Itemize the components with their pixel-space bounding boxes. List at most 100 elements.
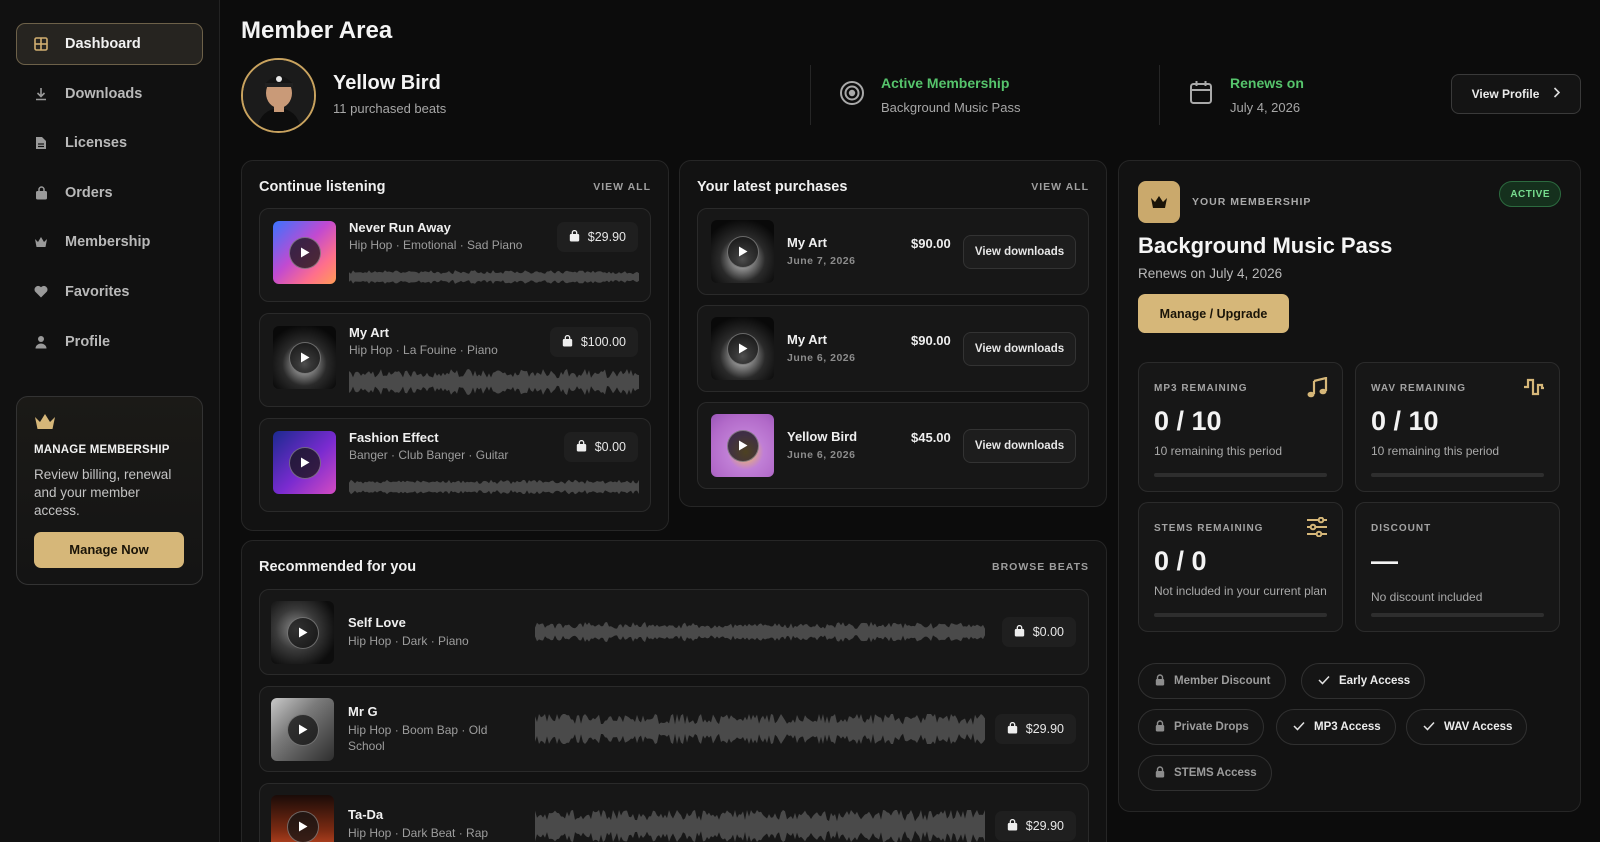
sidebar-item-label: Downloads (65, 85, 143, 102)
list-item[interactable]: Fashion Effect Banger · Club Banger · Gu… (259, 418, 651, 512)
avatar[interactable] (241, 58, 316, 133)
track-cover (711, 317, 774, 380)
sidebar-item-profile[interactable]: Profile (16, 321, 203, 363)
sidebar-item-membership[interactable]: Membership (16, 221, 203, 263)
list-item[interactable]: Never Run Away Hip Hop · Emotional · Sad… (259, 208, 651, 302)
manage-now-button[interactable]: Manage Now (34, 531, 184, 568)
play-icon[interactable] (286, 616, 319, 649)
play-icon[interactable] (288, 236, 321, 269)
membership-renews: Renews on July 4, 2026 (1138, 266, 1283, 281)
list-item[interactable]: Mr G Hip Hop · Boom Bap · Old School $29… (259, 686, 1089, 772)
perk-chip: STEMS Access (1138, 755, 1272, 791)
play-icon[interactable] (286, 810, 319, 842)
waveform-shape (535, 714, 985, 744)
waveform[interactable] (535, 810, 985, 842)
membership-name: Background Music Pass (1138, 233, 1393, 258)
track-title[interactable]: Never Run Away (349, 220, 451, 235)
view-profile-button[interactable]: View Profile (1451, 74, 1581, 114)
price-button[interactable]: $0.00 (563, 432, 638, 462)
lock-icon (1155, 719, 1165, 735)
profile-summary: Yellow Bird 11 purchased beats Active Me… (241, 58, 1581, 134)
purchased-count: 11 purchased beats (333, 101, 447, 116)
view-downloads-button[interactable]: View downloads (963, 235, 1076, 269)
recommended-panel: Recommended for you BROWSE BEATS Self Lo… (241, 540, 1107, 842)
sidebar-item-dashboard[interactable]: Dashboard (16, 23, 203, 65)
sidebar-item-downloads[interactable]: Downloads (16, 73, 203, 115)
track-title[interactable]: Fashion Effect (349, 430, 439, 445)
manage-membership-title: MANAGE MEMBERSHIP (34, 443, 170, 456)
price-button[interactable]: $0.00 (1001, 617, 1076, 647)
price-label: $0.00 (594, 440, 626, 454)
manage-membership-card: MANAGE MEMBERSHIP Review billing, renewa… (16, 395, 203, 585)
play-icon[interactable] (286, 713, 319, 746)
purchase-date: June 6, 2026 (787, 352, 856, 364)
track-title[interactable]: Mr G (348, 704, 378, 719)
price-label: $100.00 (580, 335, 626, 349)
bag-icon (1007, 721, 1018, 737)
continue-listening-panel: Continue listening VIEW ALL Never Run Aw… (241, 160, 669, 531)
view-all-link[interactable]: VIEW ALL (593, 181, 651, 193)
track-title[interactable]: My Art (787, 235, 827, 250)
waveform[interactable] (349, 266, 639, 288)
track-title[interactable]: Self Love (348, 615, 406, 630)
membership-panel: YOUR MEMBERSHIP ACTIVE Background Music … (1118, 160, 1581, 812)
user-icon (33, 334, 49, 350)
perk-label: MP3 Access (1314, 721, 1381, 733)
play-icon[interactable] (288, 341, 321, 374)
view-downloads-button[interactable]: View downloads (963, 332, 1076, 366)
waveform[interactable] (535, 714, 985, 744)
browse-beats-link[interactable]: BROWSE BEATS (992, 561, 1089, 573)
membership-status-value: Background Music Pass (881, 100, 1021, 115)
view-all-link[interactable]: VIEW ALL (1031, 181, 1089, 193)
price-label: $29.90 (1025, 722, 1064, 736)
stat-note: 10 remaining this period (1154, 444, 1283, 458)
sidebar-item-licenses[interactable]: Licenses (16, 122, 203, 164)
waveform-shape (535, 621, 985, 643)
track-meta: Hip Hop · Boom Bap · Old School (348, 723, 488, 753)
check-icon (1318, 675, 1330, 688)
play-icon[interactable] (726, 429, 759, 462)
manage-upgrade-button[interactable]: Manage / Upgrade (1138, 294, 1289, 333)
mp3-remaining-card: MP3 REMAINING 0 / 10 10 remaining this p… (1138, 362, 1343, 492)
perk-chip: Private Drops (1138, 709, 1264, 745)
discount-card: DISCOUNT — No discount included (1355, 502, 1560, 632)
view-profile-label: View Profile (1471, 87, 1540, 101)
sidebar-item-favorites[interactable]: Favorites (16, 271, 203, 313)
track-title[interactable]: Ta-Da (348, 807, 383, 822)
perk-label: Private Drops (1174, 721, 1249, 733)
list-item[interactable]: Self Love Hip Hop · Dark · Piano $0.00 (259, 589, 1089, 675)
sidebar-item-orders[interactable]: Orders (16, 172, 203, 214)
purchase-price: $90.00 (911, 236, 951, 251)
waveform[interactable] (349, 476, 639, 498)
track-meta: Banger · Club Banger · Guitar (349, 448, 509, 462)
wav-remaining-card: WAV REMAINING 0 / 10 10 remaining this p… (1355, 362, 1560, 492)
track-meta: Hip Hop · Dark Beat · Rap (348, 826, 489, 840)
price-button[interactable]: $100.00 (549, 327, 638, 357)
target-icon (839, 80, 865, 111)
track-title[interactable]: My Art (349, 325, 389, 340)
waveform-shape (349, 479, 639, 495)
waveform-shape (535, 810, 985, 842)
stat-label: STEMS REMAINING (1154, 523, 1264, 534)
lock-icon (1155, 673, 1165, 689)
price-button[interactable]: $29.90 (994, 811, 1076, 841)
perk-label: STEMS Access (1174, 767, 1257, 779)
play-icon[interactable] (288, 446, 321, 479)
bag-icon (576, 439, 587, 455)
perk-chip: Early Access (1301, 663, 1426, 699)
list-item[interactable]: Ta-Da Hip Hop · Dark Beat · Rap $29.90 (259, 783, 1089, 842)
price-label: $0.00 (1032, 625, 1064, 639)
play-icon[interactable] (726, 332, 759, 365)
waveform[interactable] (349, 369, 639, 395)
price-button[interactable]: $29.90 (994, 714, 1076, 744)
track-title[interactable]: My Art (787, 332, 827, 347)
list-item[interactable]: My Art Hip Hop · La Fouine · Piano $100.… (259, 313, 651, 407)
waveform[interactable] (535, 620, 985, 644)
play-icon[interactable] (726, 235, 759, 268)
view-downloads-button[interactable]: View downloads (963, 429, 1076, 463)
bag-icon (569, 229, 580, 245)
track-meta: Hip Hop · La Fouine · Piano (349, 343, 498, 357)
status-badge: ACTIVE (1499, 181, 1561, 207)
track-title[interactable]: Yellow Bird (787, 429, 857, 444)
price-button[interactable]: $29.90 (556, 222, 638, 252)
